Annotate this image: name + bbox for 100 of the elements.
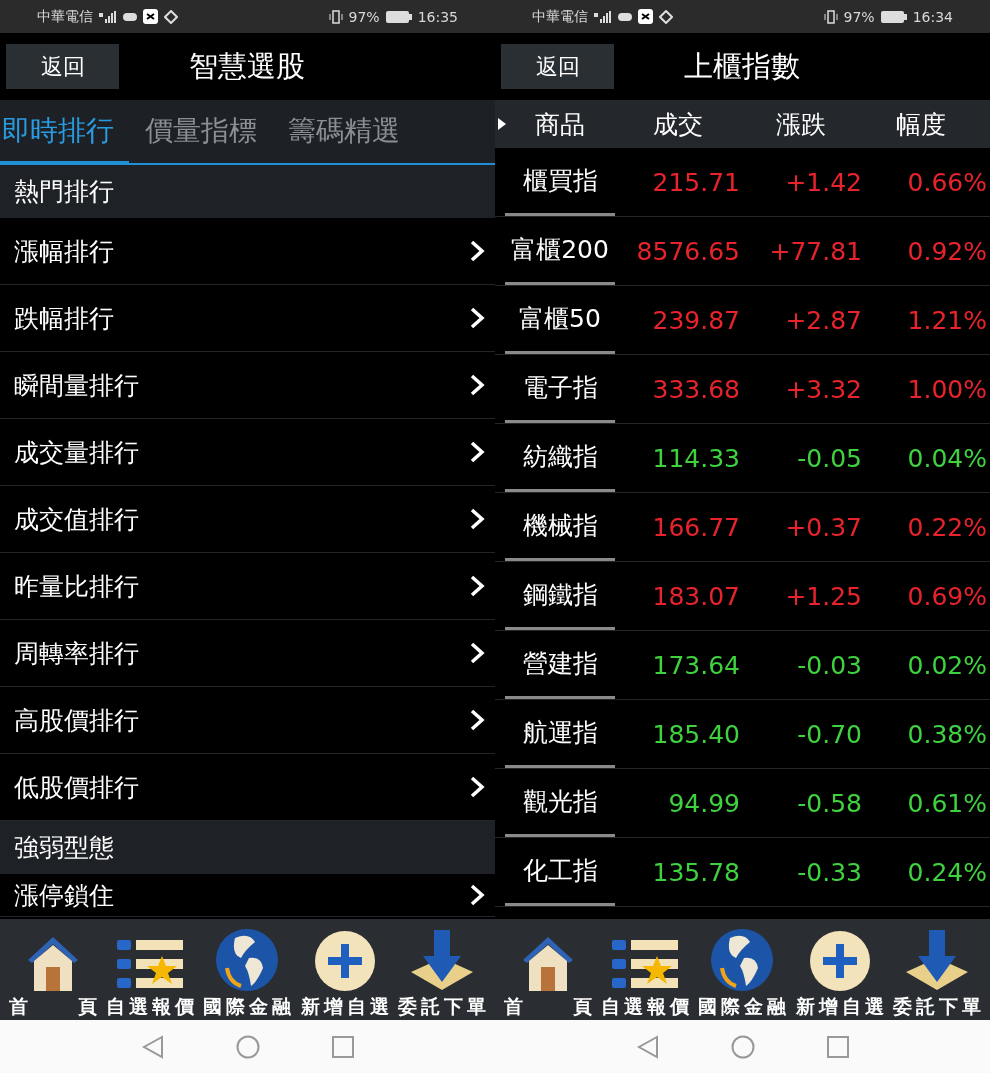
change-value: +3.32 [784, 374, 862, 404]
clock-time: 16:34 [912, 8, 953, 25]
nav-button[interactable]: 委託下單 [892, 930, 983, 1018]
nav-button[interactable]: 新增自選 [794, 930, 885, 1018]
app-icon [143, 9, 158, 24]
menu-item[interactable]: 高股價排行 [0, 687, 495, 754]
page-title: 智慧選股 [189, 47, 305, 85]
signal-icon [99, 10, 117, 23]
index-name[interactable]: 化工指 [505, 838, 615, 906]
nav-button[interactable]: 首頁 [7, 934, 98, 1018]
percent-value: 0.92% [906, 236, 987, 266]
index-name[interactable]: 富櫃200 [505, 217, 615, 285]
menu-item[interactable]: 瞬間量排行 [0, 352, 495, 419]
price-value: 114.33 [651, 443, 740, 473]
recents-icon[interactable] [331, 1035, 354, 1058]
battery-percent: 97% [348, 8, 380, 25]
nav-button[interactable]: 國際金融 [697, 928, 788, 1018]
tab[interactable]: 價量指標 [143, 100, 272, 165]
vibrate-icon [823, 9, 838, 24]
nav-button[interactable]: 委託下單 [397, 930, 488, 1018]
chevron-right-icon [469, 709, 485, 731]
menu-item[interactable]: 昨量比排行 [0, 553, 495, 620]
carrier-name: 中華電信 [532, 7, 588, 26]
index-name[interactable]: 營建指 [505, 631, 615, 699]
change-value: -0.03 [796, 650, 862, 680]
plus-circle-icon [313, 930, 376, 992]
recents-icon[interactable] [826, 1035, 849, 1058]
change-value: -0.58 [796, 788, 862, 818]
chevron-right-icon [469, 307, 485, 329]
column-header[interactable]: 漲跌 [740, 107, 862, 141]
index-name[interactable]: 鋼鐵指 [505, 562, 615, 630]
index-name[interactable]: 富櫃50 [505, 286, 615, 354]
home-icon[interactable] [235, 1034, 260, 1059]
index-name[interactable]: 航運指 [505, 700, 615, 768]
signal-icon [594, 10, 612, 23]
nav-button[interactable]: 新增自選 [299, 930, 390, 1018]
index-name[interactable]: 機械指 [505, 493, 615, 561]
price-value: 8576.65 [635, 236, 740, 266]
chevron-right-icon [469, 374, 485, 396]
percent-value: 0.02% [906, 650, 987, 680]
tab[interactable]: 籌碼精選 [286, 100, 415, 165]
menu-item[interactable]: 漲停鎖住 [0, 874, 495, 917]
column-header[interactable]: 成交 [615, 107, 740, 141]
back-icon[interactable] [141, 1034, 164, 1059]
menu-item[interactable]: 成交值排行 [0, 486, 495, 553]
carrier-name: 中華電信 [37, 7, 93, 26]
battery-icon [385, 10, 412, 23]
back-button[interactable]: 返回 [6, 44, 119, 89]
back-button[interactable]: 返回 [501, 44, 614, 89]
column-header[interactable]: 幅度 [862, 107, 987, 141]
chevron-right-icon [469, 642, 485, 664]
battery-percent: 97% [843, 8, 875, 25]
price-value: 185.40 [651, 719, 740, 749]
change-value: -0.33 [796, 857, 862, 887]
nav-button[interactable]: 自選報價 [600, 936, 691, 1018]
price-value: 94.99 [667, 788, 740, 818]
change-value: +2.87 [784, 305, 862, 335]
index-name[interactable]: 觀光指 [505, 769, 615, 837]
globe-icon [710, 928, 775, 992]
chevron-right-icon [469, 441, 485, 463]
price-value: 215.71 [651, 167, 740, 197]
percent-value: 0.66% [906, 167, 987, 197]
nav-button[interactable]: 首頁 [502, 934, 593, 1018]
index-name[interactable]: 電子指 [505, 355, 615, 423]
app-icon [638, 9, 653, 24]
nav-button[interactable]: 國際金融 [202, 928, 293, 1018]
section-header: 強弱型態 [0, 821, 495, 874]
percent-value: 0.22% [906, 512, 987, 542]
index-name[interactable]: 櫃買指 [505, 148, 615, 216]
price-value: 239.87 [651, 305, 740, 335]
menu-item[interactable]: 漲幅排行 [0, 218, 495, 285]
menu-item[interactable]: 周轉率排行 [0, 620, 495, 687]
chevron-right-icon [469, 508, 485, 530]
index-name[interactable]: 紡織指 [505, 424, 615, 492]
chevron-right-icon [469, 575, 485, 597]
battery-icon [880, 10, 907, 23]
percent-value: 0.24% [906, 857, 987, 887]
column-header[interactable]: 商品 [505, 107, 615, 141]
menu-item[interactable]: 跌幅排行 [0, 285, 495, 352]
vibrate-icon [328, 9, 343, 24]
percent-value: 0.61% [906, 788, 987, 818]
percent-value: 0.04% [906, 443, 987, 473]
price-value: 135.78 [651, 857, 740, 887]
section-header: 熱門排行 [0, 165, 495, 218]
nav-button[interactable]: 自選報價 [105, 936, 196, 1018]
plus-circle-icon [808, 930, 871, 992]
home-icon[interactable] [730, 1034, 755, 1059]
menu-item[interactable]: 成交量排行 [0, 419, 495, 486]
change-value: +1.42 [784, 167, 862, 197]
diamond-icon [164, 9, 178, 24]
change-value: -0.70 [796, 719, 862, 749]
price-value: 333.68 [651, 374, 740, 404]
change-value: +0.37 [784, 512, 862, 542]
clock-time: 16:35 [417, 8, 458, 25]
percent-value: 0.38% [906, 719, 987, 749]
globe-icon [215, 928, 280, 992]
page-title: 上櫃指數 [684, 47, 800, 85]
price-value: 173.64 [651, 650, 740, 680]
back-icon[interactable] [636, 1034, 659, 1059]
price-value: 183.07 [651, 581, 740, 611]
